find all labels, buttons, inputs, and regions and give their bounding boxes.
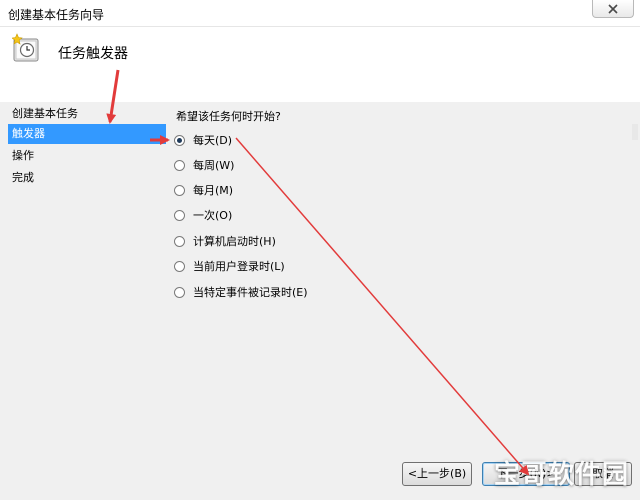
radio-user-logon[interactable]: 当前用户登录时(L) <box>174 258 285 274</box>
radio-monthly[interactable]: 每月(M) <box>174 182 233 198</box>
radio-button[interactable] <box>174 235 185 247</box>
radio-button[interactable] <box>174 260 185 272</box>
title-bar: 创建基本任务向导 <box>0 0 640 27</box>
radio-label: 一次(O) <box>193 209 233 222</box>
radio-button[interactable] <box>174 159 185 171</box>
radio-once[interactable]: 一次(O) <box>174 207 232 223</box>
radio-label: 当前用户登录时(L) <box>193 260 285 273</box>
back-button[interactable]: <上一步(B) <box>402 462 472 486</box>
radio-weekly[interactable]: 每周(W) <box>174 157 234 173</box>
radio-button[interactable] <box>174 286 185 298</box>
task-clock-icon <box>12 33 39 62</box>
radio-label: 每月(M) <box>193 184 234 197</box>
scroll-hint <box>632 124 638 140</box>
radio-daily[interactable]: 每天(D) <box>174 132 232 148</box>
nav-step-finish[interactable]: 完成 <box>8 168 166 188</box>
watermark-text: 宝哥软件园 <box>494 460 630 490</box>
radio-computer-startup[interactable]: 计算机启动时(H) <box>174 233 276 249</box>
nav-step-label: 操作 <box>12 149 34 162</box>
window-title: 创建基本任务向导 <box>8 8 105 22</box>
radio-button[interactable] <box>174 134 185 146</box>
nav-step-label: 完成 <box>12 171 34 184</box>
nav-step-action[interactable]: 操作 <box>8 146 166 166</box>
radio-event-logged[interactable]: 当特定事件被记录时(E) <box>174 284 308 300</box>
start-question: 希望该任务何时开始? <box>176 110 281 123</box>
nav-step-label: 触发器 <box>12 127 45 140</box>
trigger-options-panel: 希望该任务何时开始? 每天(D) 每周(W) 每月(M) 一次(O) 计算机启动… <box>170 102 630 500</box>
nav-step-label: 创建基本任务 <box>12 107 78 120</box>
close-icon <box>608 3 618 14</box>
radio-label: 每天(D) <box>193 134 233 147</box>
page-title: 任务触发器 <box>58 46 128 62</box>
radio-label: 计算机启动时(H) <box>193 235 276 248</box>
nav-step-create-basic-task[interactable]: 创建基本任务 <box>8 104 166 124</box>
nav-step-trigger[interactable]: 触发器 <box>8 124 166 144</box>
wizard-header: 任务触发器 <box>0 27 640 102</box>
radio-label: 每周(W) <box>193 159 235 172</box>
radio-button[interactable] <box>174 184 185 196</box>
radio-button[interactable] <box>174 209 185 221</box>
radio-label: 当特定事件被记录时(E) <box>193 286 308 299</box>
wizard-body: 创建基本任务 触发器 操作 完成 希望该任务何时开始? 每天(D) 每周(W) … <box>0 102 640 500</box>
close-button[interactable] <box>592 0 634 18</box>
